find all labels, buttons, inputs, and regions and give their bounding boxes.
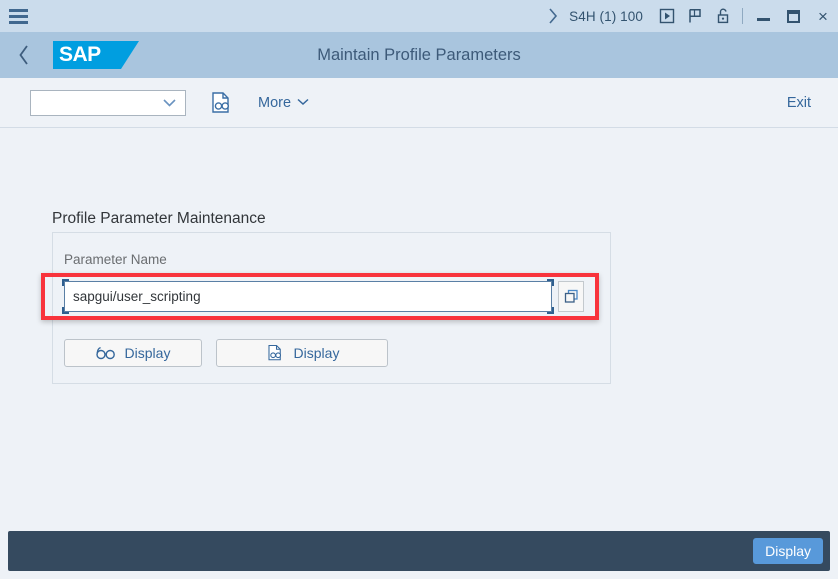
multi-select-icon-button[interactable] <box>558 281 584 312</box>
profile-parameter-panel: Parameter Name <box>52 232 611 384</box>
chevron-down-icon <box>297 97 309 109</box>
minimize-glyph <box>757 18 770 21</box>
parameter-name-row <box>64 281 584 312</box>
exit-button[interactable]: Exit <box>787 95 811 111</box>
app-toolbar: More Exit <box>0 78 838 128</box>
sap-gui-window: S4H (1) 100 <box>0 0 838 579</box>
display-doc-button-label: Display <box>294 345 340 361</box>
hamburger-bar <box>9 9 28 12</box>
titlebar-divider <box>742 8 743 24</box>
chevron-down-glyph <box>297 98 309 106</box>
chevron-right-icon[interactable] <box>539 0 567 32</box>
hamburger-bar <box>9 15 28 18</box>
parameter-name-field[interactable] <box>64 281 552 312</box>
chevron-down-glyph <box>163 99 176 107</box>
footer-display-button[interactable]: Display <box>753 538 823 564</box>
back-button[interactable] <box>0 32 48 78</box>
window-titlebar: S4H (1) 100 <box>0 0 838 32</box>
display-parameter-icon-button[interactable] <box>208 90 234 116</box>
footer-bar: Display <box>8 531 830 571</box>
flag-p-icon[interactable] <box>681 0 709 32</box>
unlock-glyph <box>715 8 731 24</box>
focus-corner <box>62 279 69 286</box>
display-doc-button[interactable]: Display <box>216 339 388 367</box>
focus-corner <box>547 307 554 314</box>
new-session-icon[interactable] <box>653 0 681 32</box>
action-button-row: Display Display <box>64 339 388 367</box>
focus-corner <box>547 279 554 286</box>
variant-select[interactable] <box>30 90 186 116</box>
display-button[interactable]: Display <box>64 339 202 367</box>
document-glasses-icon <box>265 344 285 362</box>
hamburger-icon[interactable] <box>0 0 36 32</box>
multi-select-icon <box>564 289 579 304</box>
new-session-glyph <box>659 8 675 24</box>
document-glasses-icon <box>210 91 232 115</box>
maximize-glyph <box>787 10 800 23</box>
focus-corner <box>62 307 69 314</box>
hamburger-bar <box>9 21 28 24</box>
more-menu-button[interactable]: More <box>258 95 309 111</box>
app-header: SAP Maintain Profile Parameters <box>0 32 838 78</box>
more-menu-label: More <box>258 95 291 111</box>
minimize-button[interactable] <box>748 0 778 32</box>
parameter-name-input[interactable] <box>65 282 551 311</box>
chevron-down-icon <box>163 96 176 110</box>
close-icon: × <box>818 8 828 25</box>
display-button-label: Display <box>125 345 171 361</box>
section-title: Profile Parameter Maintenance <box>52 210 266 228</box>
glasses-icon <box>96 346 116 360</box>
main-content: Profile Parameter Maintenance Parameter … <box>0 128 838 523</box>
flag-p-glyph <box>687 8 703 24</box>
sap-logo[interactable]: SAP <box>53 41 121 69</box>
close-button[interactable]: × <box>808 0 838 32</box>
system-id-label: S4H (1) 100 <box>567 9 653 24</box>
unlock-icon[interactable] <box>709 0 737 32</box>
parameter-name-label: Parameter Name <box>64 252 167 267</box>
sap-logo-text: SAP <box>53 43 101 67</box>
chevron-left-icon <box>18 45 30 65</box>
chevron-right-glyph <box>548 8 558 24</box>
maximize-button[interactable] <box>778 0 808 32</box>
